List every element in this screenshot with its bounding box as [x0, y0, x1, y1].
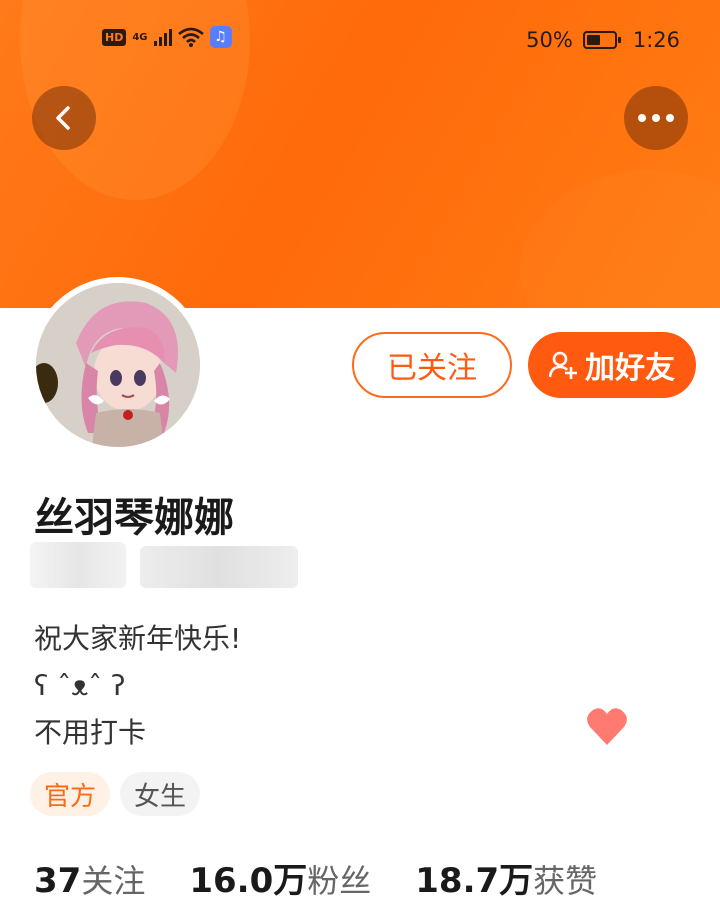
status-right: 50% 1:26 — [526, 28, 680, 52]
add-friend-button[interactable]: 加好友 — [528, 332, 696, 398]
stat-likes[interactable]: 18.7万 获赞 — [415, 853, 597, 902]
tag-gender[interactable]: 女生 — [120, 772, 201, 816]
followed-button[interactable]: 已关注 — [352, 332, 512, 398]
stat-label: 粉丝 — [307, 862, 372, 900]
hd-badge: HD — [102, 28, 127, 46]
network-type: 4G — [132, 31, 148, 43]
add-friend-label: 加好友 — [585, 351, 675, 386]
blurred-info — [30, 542, 126, 588]
status-bar: HD 4G ♫ 50% 1:26 — [0, 22, 720, 62]
stat-value: 18.7万 — [415, 861, 534, 901]
blurred-info — [140, 546, 298, 588]
add-user-icon — [549, 351, 577, 379]
back-button[interactable] — [32, 86, 96, 150]
battery-percent: 50% — [526, 28, 573, 52]
heart-icon[interactable] — [585, 705, 629, 749]
stats-row: 37 关注 16.0万 粉丝 18.7万 获赞 — [34, 853, 597, 902]
stat-following[interactable]: 37 关注 — [34, 856, 145, 902]
profile-banner: HD 4G ♫ 50% 1:26 — [0, 0, 720, 308]
tag-official[interactable]: 官方 — [30, 772, 111, 816]
clock: 1:26 — [632, 28, 680, 52]
bio-line: 祝大家新年快乐! — [34, 622, 242, 655]
stat-label: 获赞 — [533, 862, 598, 900]
tag-list: 官方 女生 — [30, 772, 201, 816]
more-button[interactable] — [624, 86, 688, 150]
banner-decoration — [520, 170, 720, 308]
bio-line: ʕ ˆᴥˆ ʔ — [34, 669, 126, 702]
battery-icon — [582, 31, 621, 49]
bio-line: 不用打卡 — [34, 716, 147, 749]
more-dots-icon — [638, 114, 674, 122]
status-left: HD 4G ♫ — [102, 26, 232, 48]
bio: 祝大家新年快乐! ʕ ˆᴥˆ ʔ 不用打卡 — [34, 615, 241, 756]
username: 丝羽琴娜娜 — [34, 495, 234, 541]
stat-label: 关注 — [81, 862, 146, 900]
stat-value: 16.0万 — [189, 861, 308, 901]
stat-value: 37 — [34, 861, 82, 901]
avatar-image — [36, 283, 200, 447]
stat-followers[interactable]: 16.0万 粉丝 — [189, 853, 371, 902]
wifi-icon — [177, 27, 204, 47]
avatar[interactable] — [30, 277, 206, 453]
music-app-icon: ♫ — [209, 26, 232, 48]
chevron-left-icon — [56, 106, 70, 130]
signal-icon — [153, 28, 172, 46]
